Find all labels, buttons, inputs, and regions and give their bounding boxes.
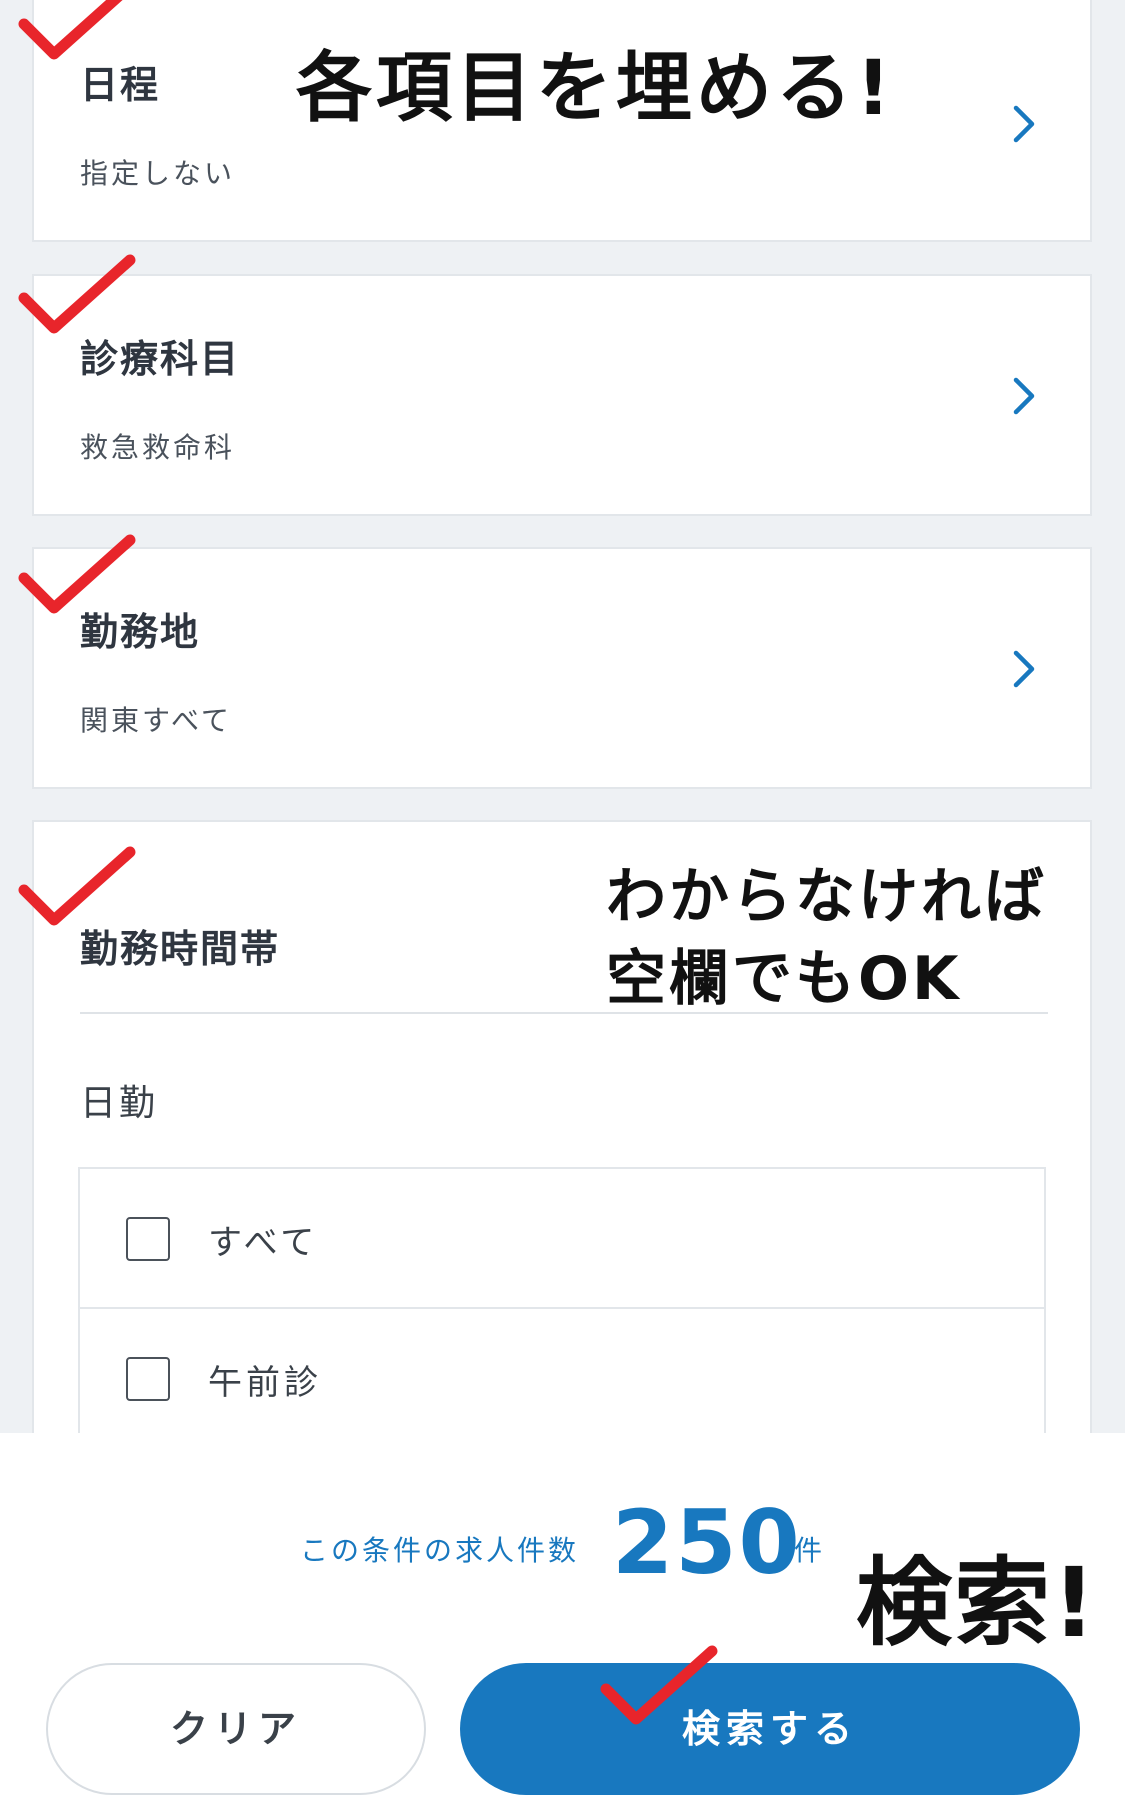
specialty-value: 救急救命科 xyxy=(80,431,236,464)
checkbox[interactable] xyxy=(126,1217,170,1261)
annotation-fill-all: 各項目を埋める! xyxy=(296,43,895,132)
chevron-right-icon xyxy=(1013,650,1035,688)
option-label: 午前診 xyxy=(208,1363,322,1403)
check-mark-icon xyxy=(600,1645,718,1725)
location-title: 勤務地 xyxy=(80,610,201,654)
day-shift-label: 日勤 xyxy=(80,1083,159,1124)
annotation-search: 検索! xyxy=(856,1547,1098,1659)
schedule-title: 日程 xyxy=(80,63,161,107)
result-count-prefix: この条件の求人件数 xyxy=(300,1534,580,1567)
chevron-right-icon xyxy=(1013,377,1035,415)
result-count: 250 xyxy=(612,1491,802,1594)
location-value: 関東すべて xyxy=(80,704,232,737)
option-all[interactable]: すべて xyxy=(78,1167,1046,1309)
clear-button[interactable]: クリア xyxy=(46,1663,426,1795)
specialty-title: 診療科目 xyxy=(80,337,241,381)
checkbox[interactable] xyxy=(126,1357,170,1401)
result-count-unit: 件 xyxy=(794,1534,823,1567)
chevron-right-icon xyxy=(1013,105,1035,143)
annotation-blank-ok-1: わからなければ xyxy=(606,862,1047,932)
location-card[interactable]: 勤務地 関東すべて xyxy=(32,547,1092,789)
search-button[interactable]: 検索する xyxy=(460,1663,1080,1795)
work-hours-title: 勤務時間帯 xyxy=(80,927,281,971)
option-label: すべて xyxy=(208,1223,319,1263)
bottom-bar: この条件の求人件数 250 件 検索! クリア 検索する xyxy=(0,1433,1125,1800)
annotation-blank-ok-2: 空欄でもOK xyxy=(606,944,962,1014)
specialty-card[interactable]: 診療科目 救急救命科 xyxy=(32,274,1092,516)
schedule-value: 指定しない xyxy=(80,157,236,190)
